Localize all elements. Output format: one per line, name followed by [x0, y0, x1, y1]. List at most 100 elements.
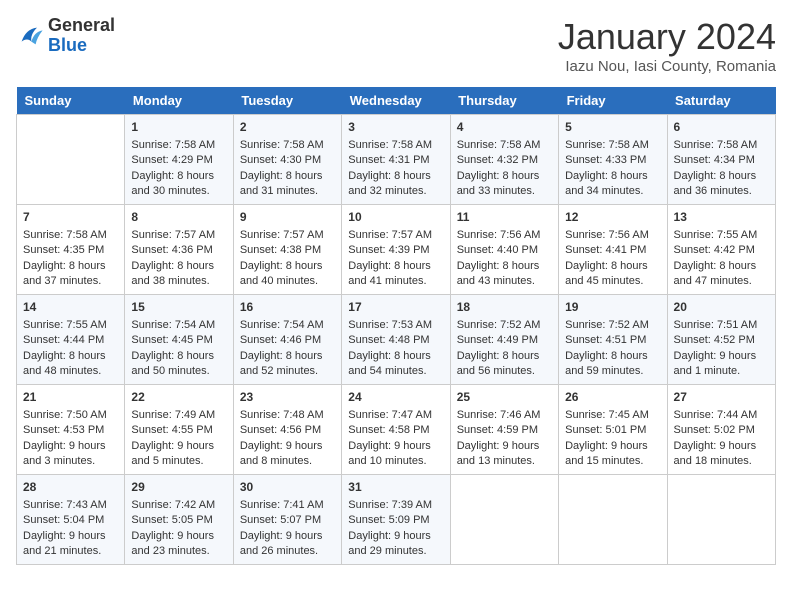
sunset-text: Sunset: 4:29 PM [131, 154, 212, 166]
sunrise-text: Sunrise: 7:41 AM [240, 499, 324, 511]
calendar-cell [559, 475, 667, 565]
day-number: 20 [674, 299, 769, 316]
daylight-text: Daylight: 8 hours and 45 minutes. [565, 260, 648, 287]
day-number: 9 [240, 209, 335, 226]
sunrise-text: Sunrise: 7:54 AM [240, 319, 324, 331]
calendar-cell: 6Sunrise: 7:58 AMSunset: 4:34 PMDaylight… [667, 115, 775, 205]
calendar-cell [17, 115, 125, 205]
sunrise-text: Sunrise: 7:49 AM [131, 409, 215, 421]
day-number: 2 [240, 119, 335, 136]
sunset-text: Sunset: 4:51 PM [565, 334, 646, 346]
sunset-text: Sunset: 4:53 PM [23, 424, 104, 436]
sunset-text: Sunset: 4:55 PM [131, 424, 212, 436]
sunset-text: Sunset: 4:56 PM [240, 424, 321, 436]
calendar-cell: 9Sunrise: 7:57 AMSunset: 4:38 PMDaylight… [233, 205, 341, 295]
calendar-week-1: 1 Sunrise: 7:58 AM Sunset: 4:29 PM Daylight… [17, 115, 776, 205]
sunrise-text: Sunrise: 7:55 AM [23, 319, 107, 331]
sunset-text: Sunset: 4:48 PM [348, 334, 429, 346]
day-number: 6 [674, 119, 769, 136]
logo-general: General [48, 15, 115, 35]
calendar-cell: 24Sunrise: 7:47 AMSunset: 4:58 PMDayligh… [342, 385, 450, 475]
daylight-text: Daylight: 9 hours and 5 minutes. [131, 440, 214, 467]
day-number: 21 [23, 389, 118, 406]
calendar-table: SundayMondayTuesdayWednesdayThursdayFrid… [16, 87, 776, 565]
day-number: 23 [240, 389, 335, 406]
sunrise-text: Sunrise: 7:48 AM [240, 409, 324, 421]
sunrise-text: Sunrise: 7:56 AM [565, 229, 649, 241]
sunset-text: Sunset: 4:42 PM [674, 244, 755, 256]
sunrise-text: Sunrise: 7:57 AM [348, 229, 432, 241]
daylight-text: Daylight: 8 hours and 36 minutes. [674, 170, 757, 197]
sunset-text: Sunset: 5:09 PM [348, 514, 429, 526]
sunset-text: Sunset: 4:46 PM [240, 334, 321, 346]
calendar-cell: 15Sunrise: 7:54 AMSunset: 4:45 PMDayligh… [125, 295, 233, 385]
day-number: 3 [348, 119, 443, 136]
calendar-cell: 18Sunrise: 7:52 AMSunset: 4:49 PMDayligh… [450, 295, 558, 385]
calendar-cell: 30Sunrise: 7:41 AMSunset: 5:07 PMDayligh… [233, 475, 341, 565]
sunset-text: Sunset: 5:04 PM [23, 514, 104, 526]
daylight-text: Daylight: 9 hours and 1 minute. [674, 350, 757, 377]
calendar-cell: 28Sunrise: 7:43 AMSunset: 5:04 PMDayligh… [17, 475, 125, 565]
title-block: January 2024 Iazu Nou, Iasi County, Roma… [558, 16, 776, 75]
sunset-text: Sunset: 5:01 PM [565, 424, 646, 436]
sunrise-text: Sunrise: 7:45 AM [565, 409, 649, 421]
day-number: 7 [23, 209, 118, 226]
page-header: General Blue January 2024 Iazu Nou, Iasi… [16, 16, 776, 75]
daylight-text: Daylight: 8 hours and 56 minutes. [457, 350, 540, 377]
day-number: 5 [565, 119, 660, 136]
sunset-text: Sunset: 5:02 PM [674, 424, 755, 436]
daylight-text: Daylight: 8 hours and 48 minutes. [23, 350, 106, 377]
day-number: 4 [457, 119, 552, 136]
daylight-text: Daylight: 9 hours and 3 minutes. [23, 440, 106, 467]
calendar-cell: 1Sunrise: 7:58 AMSunset: 4:29 PMDaylight… [125, 115, 233, 205]
sunset-text: Sunset: 4:34 PM [674, 154, 755, 166]
sunset-text: Sunset: 4:40 PM [457, 244, 538, 256]
calendar-cell: 5Sunrise: 7:58 AMSunset: 4:33 PMDaylight… [559, 115, 667, 205]
daylight-text: Daylight: 8 hours and 32 minutes. [348, 170, 431, 197]
day-number: 14 [23, 299, 118, 316]
day-number: 24 [348, 389, 443, 406]
sunset-text: Sunset: 4:38 PM [240, 244, 321, 256]
logo-blue: Blue [48, 35, 87, 55]
daylight-text: Daylight: 9 hours and 13 minutes. [457, 440, 540, 467]
calendar-week-5: 28Sunrise: 7:43 AMSunset: 5:04 PMDayligh… [17, 475, 776, 565]
calendar-cell: 20Sunrise: 7:51 AMSunset: 4:52 PMDayligh… [667, 295, 775, 385]
day-number: 26 [565, 389, 660, 406]
calendar-cell: 12 Sunrise: 7:56 AM Sunset: 4:41 PM Dayligh… [559, 205, 667, 295]
daylight-text: Daylight: 8 hours and 41 minutes. [348, 260, 431, 287]
sunset-text: Sunset: 4:31 PM [348, 154, 429, 166]
day-number: 12 [565, 209, 660, 226]
sunset-text: Sunset: 4:58 PM [348, 424, 429, 436]
calendar-cell [667, 475, 775, 565]
sunrise-text: Sunrise: 7:58 AM [23, 229, 107, 241]
sunrise-text: Sunrise: 7:52 AM [565, 319, 649, 331]
sunset-text: Sunset: 4:36 PM [131, 244, 212, 256]
sunset-text: Sunset: 5:05 PM [131, 514, 212, 526]
sunset-text: Sunset: 4:35 PM [23, 244, 104, 256]
day-number: 1 [131, 119, 226, 136]
daylight-text: Daylight: 8 hours and 47 minutes. [674, 260, 757, 287]
daylight-text: Daylight: 8 hours and 33 minutes. [457, 170, 540, 197]
sunset-text: Sunset: 4:33 PM [565, 154, 646, 166]
logo-text: General Blue [48, 16, 115, 56]
sunset-text: Sunset: 4:41 PM [565, 244, 646, 256]
header-sunday: Sunday [17, 87, 125, 115]
header-saturday: Saturday [667, 87, 775, 115]
day-number: 8 [131, 209, 226, 226]
calendar-header-row: SundayMondayTuesdayWednesdayThursdayFrid… [17, 87, 776, 115]
day-number: 13 [674, 209, 769, 226]
month-title: January 2024 [558, 16, 776, 58]
sunset-text: Sunset: 4:44 PM [23, 334, 104, 346]
day-number: 28 [23, 479, 118, 496]
sunrise-text: Sunrise: 7:55 AM [674, 229, 758, 241]
sunrise-text: Sunrise: 7:58 AM [131, 139, 215, 151]
sunrise-text: Sunrise: 7:51 AM [674, 319, 758, 331]
sunrise-text: Sunrise: 7:39 AM [348, 499, 432, 511]
header-tuesday: Tuesday [233, 87, 341, 115]
sunrise-text: Sunrise: 7:58 AM [348, 139, 432, 151]
day-number: 22 [131, 389, 226, 406]
calendar-cell: 27Sunrise: 7:44 AMSunset: 5:02 PMDayligh… [667, 385, 775, 475]
day-number: 27 [674, 389, 769, 406]
calendar-cell: 26Sunrise: 7:45 AMSunset: 5:01 PMDayligh… [559, 385, 667, 475]
sunrise-text: Sunrise: 7:57 AM [131, 229, 215, 241]
